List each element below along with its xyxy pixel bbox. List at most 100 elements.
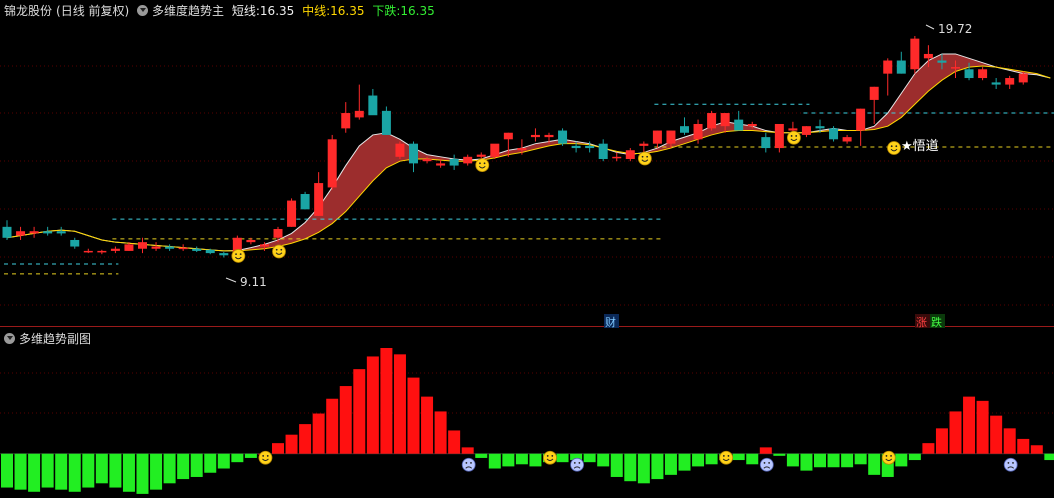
histogram-bar [759,447,772,454]
histogram-bar [461,447,474,454]
face-eye [1007,462,1010,464]
candle-body [896,60,906,74]
histogram-bar [488,453,501,469]
candle-body [259,244,269,247]
candle-body [110,248,120,251]
histogram-bar [41,453,54,488]
candle-body [436,163,446,166]
histogram-bar [109,453,122,488]
histogram-bar [353,369,366,454]
smile-face-icon [543,450,557,465]
histogram-bar [637,453,650,484]
candle-body [381,110,391,135]
histogram-bar [827,453,840,468]
histogram-bar [705,453,718,465]
grid-lines [0,65,1054,455]
histogram-bar [786,453,799,467]
histogram-bar [624,453,637,482]
face-eye [646,155,649,158]
histogram-bar [421,396,434,454]
histogram-bar [963,396,976,454]
candle-body [923,53,933,59]
candle-body [70,239,80,247]
face-eye [578,462,581,464]
candle-body [625,150,635,159]
histogram-bar [597,453,610,467]
candle-body [612,156,622,159]
smile-face-icon [881,450,896,465]
histogram-bar [583,453,596,463]
candle-body [680,126,689,133]
histogram-bar [122,453,135,492]
histogram-bar [868,453,881,475]
histogram-bar [190,453,203,477]
high-price-label: 19.72 [938,22,972,36]
histogram-bar [136,453,149,494]
candle-body [571,145,581,149]
histogram-bar [854,453,867,465]
histogram-bar [217,453,230,469]
candle-body [409,143,418,164]
main-smile-marker [787,130,801,145]
face-eye [790,135,793,137]
histogram-bar [393,354,406,454]
low-arrow-line [225,277,237,283]
candle-body [707,113,717,129]
smile-face-icon [719,450,734,465]
histogram-bar [651,453,664,480]
face-eye [465,462,468,464]
smile-face-icon [787,130,801,145]
candle-body [869,86,879,100]
histogram-bar [380,348,393,454]
candle-body [56,231,66,234]
dashed-levels [4,103,1054,275]
sad-face-icon [1003,457,1018,472]
histogram-bar [664,453,677,475]
sad-face-icon [461,457,476,472]
face-eye [280,248,283,251]
face-eye [722,455,725,457]
histogram-bar [1003,428,1016,454]
histogram-bar [678,453,691,471]
candle-body [747,123,757,127]
smile-face-icon [272,244,286,259]
histogram-bar [95,453,108,484]
face-eye [890,145,893,148]
face-eye [239,253,242,256]
main-smile-marker [887,141,901,155]
histogram-bar [732,453,745,461]
candle-body [910,38,920,70]
histogram-bar [28,453,41,492]
sad-face-icon [570,457,584,472]
star-signal-label: ★悟道 [901,139,939,154]
histogram-bar [55,453,68,490]
candle-body [341,113,351,129]
histogram-bar [448,430,461,454]
face-eye [641,155,644,158]
candle-body [842,137,852,142]
candle-body [978,69,988,79]
histogram-bar [299,424,312,454]
zhang-marker: 涨 [916,316,927,329]
candle-body [138,242,147,249]
face-eye [573,462,576,464]
face-eye [795,135,798,137]
candle-body [476,154,486,157]
face-eye [551,455,554,457]
main-smile-marker [637,151,652,166]
histogram-bar [1,453,13,488]
histogram-bar [366,356,379,454]
smile-face-icon [258,450,273,465]
candle-body [300,194,310,210]
face-eye [885,455,888,457]
candle-body [598,143,608,159]
main-smile-marker [272,244,286,259]
histogram-bar [556,453,569,463]
smile-face-icon [887,141,901,155]
main-smile-marker [231,249,246,263]
histogram-bar [231,453,244,463]
candle-body [693,123,703,140]
candle-body [178,247,188,250]
candle-body [829,128,839,140]
candle-body [29,231,39,234]
